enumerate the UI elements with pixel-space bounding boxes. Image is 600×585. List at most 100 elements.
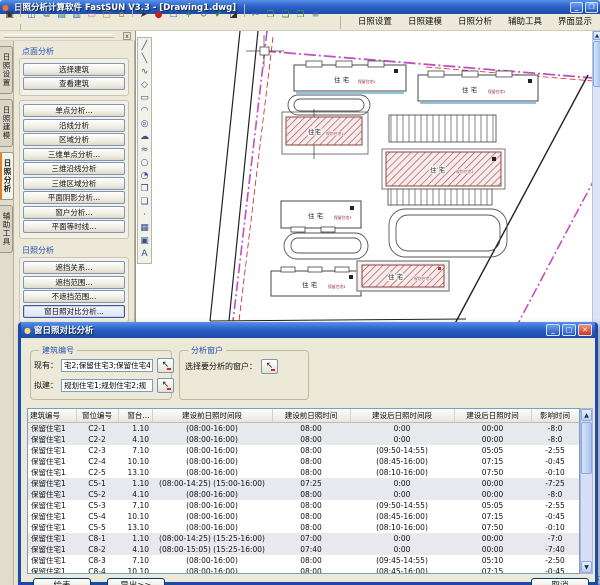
- table-row[interactable]: 保留住宅1C8-410.10(08:00-16:00)08:00(08:45-1…: [28, 566, 579, 575]
- dialog-close-button[interactable]: ✕: [578, 324, 592, 336]
- column-header[interactable]: 建筑编号: [28, 409, 76, 422]
- close-panel-button[interactable]: x: [123, 32, 131, 40]
- menu-item-3[interactable]: 辅助工具: [500, 14, 550, 30]
- cancel-button[interactable]: 取消: [531, 578, 589, 585]
- roof-icon[interactable]: ⌂: [115, 8, 129, 22]
- existing-buildings-input[interactable]: [61, 359, 153, 372]
- rectangle-outline-icon[interactable]: ▢: [100, 8, 114, 22]
- select-cursor-icon[interactable]: ➤: [137, 8, 151, 22]
- building-existing-2[interactable]: 住 宅 保留住宅2: [418, 71, 538, 103]
- pick-window-button[interactable]: ↖: [261, 359, 278, 374]
- purge-icon[interactable]: ≡: [309, 8, 323, 22]
- table-row[interactable]: 保留住宅1C5-410.10(08:00-16:00)08:00(08:45-1…: [28, 511, 579, 522]
- export-button[interactable]: 导出>>: [107, 578, 165, 585]
- 3d-along-line-analysis-button[interactable]: 三维沿线分析: [23, 162, 125, 175]
- menu-item-2[interactable]: 日照分析: [450, 14, 500, 30]
- column-header[interactable]: 建设前日照时间段: [152, 409, 272, 422]
- viewport-single-icon[interactable]: ◫: [25, 8, 39, 22]
- pick-planned-button[interactable]: ↖: [157, 378, 174, 393]
- 3d-single-point-analysis-button[interactable]: 三维单点分析...: [23, 148, 125, 161]
- hatch-icon[interactable]: ▦: [139, 222, 151, 235]
- dialog-minimize-button[interactable]: _: [546, 324, 560, 336]
- table-row[interactable]: 保留住宅1C2-513.10(08:00-16:00)08:00(08:10-1…: [28, 467, 579, 478]
- cut-icon[interactable]: ✂: [249, 8, 263, 22]
- building-planned-3-selected[interactable]: 住 宅 规划住宅3: [357, 261, 449, 291]
- building-existing-3[interactable]: 住 宅 保留住宅3: [281, 201, 361, 232]
- restore-button[interactable]: ❐: [585, 2, 598, 13]
- along-line-analysis-button[interactable]: 沿线分析: [23, 119, 125, 132]
- grip-lines[interactable]: [4, 34, 114, 38]
- viewport-cascade-icon[interactable]: ⧉: [40, 8, 54, 22]
- side-tab-日照建模[interactable]: 日照建模: [0, 99, 13, 147]
- circle-icon[interactable]: ◎: [139, 118, 151, 131]
- minimize-button[interactable]: _: [570, 2, 583, 13]
- menu-item-0[interactable]: 日照设置: [350, 14, 400, 30]
- polyline-icon[interactable]: ∿: [139, 66, 151, 79]
- view-building-button[interactable]: 查看建筑: [23, 77, 125, 90]
- table-row[interactable]: 保留住宅1C8-11.10(08:00-14:25) (15:25-16:00)…: [28, 533, 579, 544]
- point-icon[interactable]: ·: [139, 209, 151, 222]
- table-row[interactable]: 保留住宅1C2-410.10(08:00-16:00)08:00(08:45-1…: [28, 456, 579, 467]
- scroll-down-icon[interactable]: ▼: [581, 561, 592, 573]
- table-row[interactable]: 保留住宅1C8-37.10(08:00-16:00)08:00(09:45-14…: [28, 555, 579, 566]
- column-header[interactable]: 窗位编号: [76, 409, 118, 422]
- column-header[interactable]: 影响时间: [531, 409, 579, 422]
- table-vertical-scrollbar[interactable]: ▲ ▼: [580, 408, 593, 574]
- building-planned-1[interactable]: 住宅 规划住宅1: [282, 109, 368, 159]
- point-marker-icon[interactable]: ●: [152, 8, 166, 22]
- viewport-tile-vertical-icon[interactable]: ▥: [70, 8, 84, 22]
- named-view-icon[interactable]: ▣: [3, 8, 17, 22]
- building-planned-2[interactable]: 住 宅 规划住宅2: [382, 149, 505, 189]
- line-icon[interactable]: ╱: [139, 40, 151, 53]
- selection-box-icon[interactable]: ☐: [167, 8, 181, 22]
- table-row[interactable]: 保留住宅1C2-11.10(08:00-16:00)08:000:0000:00…: [28, 422, 579, 434]
- menu-item-1[interactable]: 日照建模: [400, 14, 450, 30]
- scroll-up-icon[interactable]: ▲: [581, 409, 592, 421]
- table-row[interactable]: 保留住宅1C5-11.10(08:00-14:25) (15:00-16:00)…: [28, 478, 579, 489]
- scroll-up-icon[interactable]: ▲: [593, 31, 600, 40]
- table-row[interactable]: 保留住宅1C5-513.10(08:00-16:00)08:00(08:10-1…: [28, 522, 579, 533]
- column-header[interactable]: 窗台...: [118, 409, 152, 422]
- table-row[interactable]: 保留住宅1C5-24.10(08:00-16:00)08:000:0000:00…: [28, 489, 579, 500]
- select-building-button[interactable]: 选择建筑: [23, 63, 125, 76]
- occlusion-range-button[interactable]: 遮挡范围...: [23, 276, 125, 289]
- block-icon[interactable]: ❏: [139, 196, 151, 209]
- table-row[interactable]: 保留住宅1C5-37.10(08:00-16:00)08:00(09:50-14…: [28, 500, 579, 511]
- pick-existing-button[interactable]: ↖: [157, 358, 174, 373]
- ellipse-arc-icon[interactable]: ◔: [139, 170, 151, 183]
- arc-icon[interactable]: ◠: [139, 105, 151, 118]
- column-header[interactable]: 建设后日照时间段: [350, 409, 454, 422]
- column-header[interactable]: 建设前日照时间: [272, 409, 350, 422]
- draw-table-button[interactable]: 绘表: [33, 578, 91, 585]
- scroll-thumb[interactable]: [593, 41, 600, 87]
- side-tab-日照设置[interactable]: 日照设置: [0, 46, 13, 94]
- copy-object-icon[interactable]: ❐: [139, 183, 151, 196]
- viewport-tile-horizontal-icon[interactable]: ▤: [55, 8, 69, 22]
- move-icon[interactable]: +: [182, 8, 196, 22]
- spline-icon[interactable]: ≈: [139, 144, 151, 157]
- 3d-region-analysis-button[interactable]: 三维区域分析: [23, 177, 125, 190]
- copy-icon[interactable]: ❐: [264, 8, 278, 22]
- paste-icon[interactable]: ❏: [279, 8, 293, 22]
- occlusion-relation-button[interactable]: 遮挡关系...: [23, 261, 125, 274]
- single-point-analysis-button[interactable]: 单点分析...: [23, 104, 125, 117]
- revision-cloud-icon[interactable]: ☁: [139, 131, 151, 144]
- building-existing-4[interactable]: 住 宅 保留住宅4: [271, 267, 361, 296]
- rectangle-icon[interactable]: ▭: [139, 92, 151, 105]
- shade-icon[interactable]: ◪: [227, 8, 241, 22]
- column-header[interactable]: 建设后日照时间: [454, 409, 531, 422]
- table-row[interactable]: 保留住宅1C2-37.10(08:00-16:00)08:00(09:50-14…: [28, 445, 579, 456]
- rotate-icon[interactable]: ↻: [197, 8, 211, 22]
- menu-item-4[interactable]: 界面显示: [550, 14, 600, 30]
- table-header-row[interactable]: 建筑编号窗位编号窗台...建设前日照时间段建设前日照时间建设后日照时间段建设后日…: [28, 409, 579, 422]
- slab-icon[interactable]: ▭: [85, 8, 99, 22]
- region-analysis-button[interactable]: 区域分析: [23, 133, 125, 146]
- plan-shadow-analysis-button[interactable]: 平面阴影分析...: [23, 191, 125, 204]
- ellipse-icon[interactable]: ○: [139, 157, 151, 170]
- window-sunshine-compare-button[interactable]: 窗日照对比分析...: [23, 305, 125, 318]
- paste-block-icon[interactable]: ❒: [294, 8, 308, 22]
- side-tab-辅助工具[interactable]: 辅助工具: [0, 205, 13, 253]
- side-tab-日照分析[interactable]: 日照分析: [0, 152, 14, 200]
- ray-icon[interactable]: ╲: [139, 53, 151, 66]
- text-icon[interactable]: A: [139, 248, 151, 261]
